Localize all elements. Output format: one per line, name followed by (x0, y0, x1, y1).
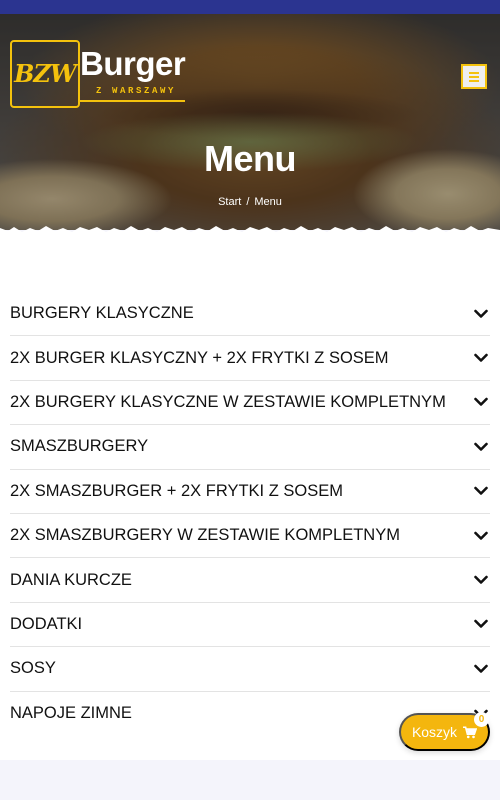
cart-count-badge: 0 (474, 712, 489, 727)
torn-paper-edge (0, 226, 500, 238)
menu-category-list: BURGERY KLASYCZNE 2X BURGER KLASYCZNY + 2… (10, 292, 490, 736)
hero-banner: BZW Burger Z WARSZAWY Menu Start / Menu (0, 14, 500, 230)
chevron-down-icon (474, 442, 488, 451)
breadcrumb: Start / Menu (0, 196, 500, 208)
menu-category-row[interactable]: 2X SMASZBURGER + 2X FRYTKI Z SOSEM (10, 470, 490, 514)
menu-category-row[interactable]: SOSY (10, 647, 490, 692)
hamburger-menu-button[interactable] (461, 64, 487, 89)
cart-label: Koszyk (411, 724, 458, 740)
menu-category-label: SOSY (10, 659, 56, 678)
logo-wordmark: Burger (80, 45, 186, 82)
logo-subtitle: Z WARSZAWY (96, 86, 177, 96)
menu-category-label: SMASZBURGERY (10, 437, 149, 456)
breadcrumb-separator: / (246, 196, 250, 208)
chevron-down-icon (474, 486, 488, 496)
chevron-down-icon (474, 309, 488, 318)
menu-category-row[interactable]: DANIA KURCZE (10, 558, 490, 603)
logo-badge: BZW (10, 40, 80, 108)
menu-category-row[interactable]: 2X BURGER KLASYCZNY + 2X FRYTKI Z SOSEM (10, 336, 490, 381)
hamburger-icon (469, 71, 479, 74)
menu-category-label: 2X SMASZBURGERY W ZESTAWIE KOMPLETNYM (10, 526, 400, 545)
menu-category-label: DANIA KURCZE (10, 570, 132, 589)
menu-category-label: 2X BURGERY KLASYCZNE W ZESTAWIE KOMPLETN… (10, 392, 446, 411)
breadcrumb-current: Menu (254, 196, 282, 208)
top-strip (0, 0, 500, 14)
menu-category-row[interactable]: DODATKI (10, 603, 490, 648)
menu-category-row[interactable]: 2X SMASZBURGERY W ZESTAWIE KOMPLETNYM (10, 514, 490, 559)
logo-underline (80, 100, 185, 102)
chevron-down-icon (474, 620, 488, 629)
chevron-down-icon (474, 353, 488, 362)
site-logo[interactable]: BZW Burger Z WARSZAWY (10, 40, 186, 110)
menu-category-row[interactable]: 2X BURGERY KLASYCZNE W ZESTAWIE KOMPLETN… (10, 381, 490, 426)
menu-category-label: 2X BURGER KLASYCZNY + 2X FRYTKI Z SOSEM (10, 348, 389, 367)
chevron-down-icon (474, 531, 488, 540)
chevron-down-icon (474, 575, 488, 584)
menu-category-label: DODATKI (10, 614, 83, 633)
chevron-down-icon (474, 398, 488, 407)
menu-category-row[interactable]: BURGERY KLASYCZNE (10, 292, 490, 337)
menu-category-label: NAPOJE ZIMNE (10, 704, 132, 723)
menu-category-label: 2X SMASZBURGER + 2X FRYTKI Z SOSEM (10, 481, 343, 500)
menu-section: BURGERY KLASYCZNE 2X BURGER KLASYCZNY + 2… (0, 232, 500, 760)
breadcrumb-home-link[interactable]: Start (218, 196, 241, 208)
cart-icon (463, 725, 478, 738)
page-title: Menu (204, 138, 297, 179)
menu-category-label: BURGERY KLASYCZNE (10, 304, 194, 323)
menu-category-row[interactable]: SMASZBURGERY (10, 425, 490, 470)
chevron-down-icon (474, 664, 488, 673)
